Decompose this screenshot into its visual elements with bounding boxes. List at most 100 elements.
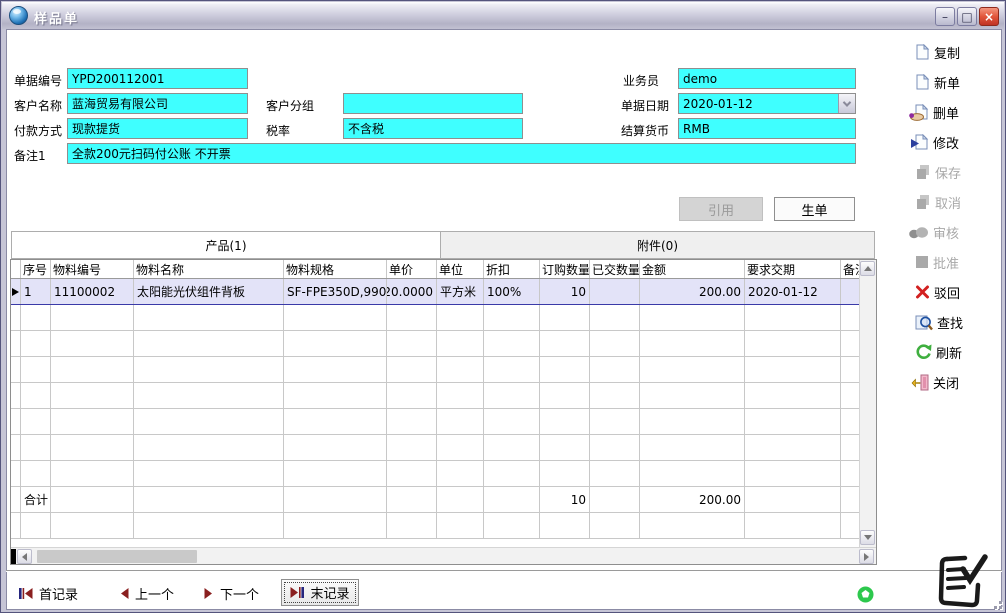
- grid-cell[interactable]: [21, 435, 51, 460]
- status-badge-icon[interactable]: [857, 586, 874, 603]
- grid-cell[interactable]: [841, 331, 859, 356]
- grid-cell[interactable]: [745, 331, 841, 356]
- grid-cell[interactable]: [134, 409, 284, 434]
- grid-cell[interactable]: [640, 357, 745, 382]
- grid-cell[interactable]: [437, 331, 484, 356]
- grid-cell[interactable]: [284, 383, 387, 408]
- grid-cell[interactable]: SF-FPE350D,990: [284, 279, 387, 304]
- row-selector-cell[interactable]: [11, 279, 21, 304]
- grid-cell[interactable]: [590, 513, 640, 538]
- grid-cell[interactable]: [11, 461, 21, 486]
- grid-cell[interactable]: [11, 409, 21, 434]
- grid-cell[interactable]: [134, 513, 284, 538]
- grid-cell[interactable]: [284, 357, 387, 382]
- grid-cell[interactable]: 200.00: [640, 279, 745, 304]
- grid-cell[interactable]: [51, 461, 134, 486]
- grid-cell[interactable]: [484, 383, 540, 408]
- grid-cell[interactable]: [484, 513, 540, 538]
- table-empty-row[interactable]: [11, 513, 859, 539]
- grid-cell[interactable]: [841, 513, 859, 538]
- grid-cell[interactable]: 11100002: [51, 279, 134, 304]
- payment-field[interactable]: 现款提货: [67, 118, 248, 139]
- grid-cell[interactable]: [284, 435, 387, 460]
- grid-cell[interactable]: [590, 357, 640, 382]
- grid-cell[interactable]: [387, 357, 437, 382]
- grid-cell[interactable]: [745, 409, 841, 434]
- grid-cell[interactable]: [484, 357, 540, 382]
- grid-cell[interactable]: [134, 357, 284, 382]
- grid-cell[interactable]: [540, 383, 590, 408]
- grid-cell[interactable]: [11, 435, 21, 460]
- header-cell[interactable]: 要求交期: [745, 260, 841, 278]
- toolbar-reject[interactable]: 驳回: [915, 279, 1001, 305]
- grid-cell[interactable]: [640, 409, 745, 434]
- header-cell[interactable]: 折扣: [484, 260, 540, 278]
- minimize-button[interactable]: –: [935, 7, 955, 26]
- grid-cell[interactable]: [51, 409, 134, 434]
- grid-cell[interactable]: [841, 305, 859, 330]
- grid-cell[interactable]: [484, 409, 540, 434]
- header-cell[interactable]: 单位: [437, 260, 484, 278]
- group-field[interactable]: [343, 93, 523, 114]
- resize-grip[interactable]: [990, 597, 1002, 609]
- grid-cell[interactable]: [51, 305, 134, 330]
- grid-cell[interactable]: [590, 305, 640, 330]
- tab-attachments[interactable]: 附件(0): [441, 231, 875, 259]
- header-cell[interactable]: 物料编号: [51, 260, 134, 278]
- grid-cell[interactable]: [437, 513, 484, 538]
- header-cell[interactable]: 备注: [841, 260, 859, 278]
- toolbar-new[interactable]: 新单: [915, 69, 1001, 95]
- maximize-button[interactable]: □: [957, 7, 977, 26]
- toolbar-copy[interactable]: 复制: [915, 39, 1001, 65]
- toolbar-modify[interactable]: 修改: [911, 129, 997, 155]
- grid-cell[interactable]: [134, 305, 284, 330]
- salesman-field[interactable]: demo: [678, 68, 856, 89]
- grid-cell[interactable]: [540, 409, 590, 434]
- scroll-up-button[interactable]: [860, 261, 875, 276]
- grid-cell[interactable]: [745, 357, 841, 382]
- grid-cell[interactable]: [437, 461, 484, 486]
- grid-cell[interactable]: [134, 383, 284, 408]
- grid-cell[interactable]: [590, 279, 640, 304]
- grid-cell[interactable]: [841, 279, 859, 304]
- table-empty-row[interactable]: [11, 409, 859, 435]
- grid-cell[interactable]: [437, 305, 484, 330]
- grid-cell[interactable]: [484, 435, 540, 460]
- grid-cell[interactable]: [284, 461, 387, 486]
- grid-cell[interactable]: [387, 331, 437, 356]
- grid-cell[interactable]: [11, 331, 21, 356]
- scroll-right-button[interactable]: [859, 549, 874, 564]
- grid-cell[interactable]: [51, 513, 134, 538]
- grid-cell[interactable]: [21, 357, 51, 382]
- vertical-scrollbar[interactable]: [859, 260, 876, 547]
- grid-cell[interactable]: [387, 435, 437, 460]
- grid-cell[interactable]: [387, 383, 437, 408]
- grid-cell[interactable]: [21, 513, 51, 538]
- table-empty-row[interactable]: [11, 305, 859, 331]
- header-cell[interactable]: 金额: [640, 260, 745, 278]
- grid-cell[interactable]: [484, 461, 540, 486]
- grid-cell[interactable]: [540, 461, 590, 486]
- grid-cell[interactable]: [134, 461, 284, 486]
- grid-cell[interactable]: [745, 435, 841, 460]
- grid-cell[interactable]: [841, 383, 859, 408]
- grid-cell[interactable]: [540, 357, 590, 382]
- grid-cell[interactable]: [134, 331, 284, 356]
- grid-cell[interactable]: [484, 305, 540, 330]
- grid-cell[interactable]: 10: [540, 279, 590, 304]
- note1-field[interactable]: 全款200元扫码付公账 不开票: [67, 143, 856, 164]
- header-cell[interactable]: 单价: [387, 260, 437, 278]
- grid-cell[interactable]: [640, 435, 745, 460]
- grid-cell[interactable]: [590, 331, 640, 356]
- table-empty-row[interactable]: [11, 461, 859, 487]
- grid-cell[interactable]: [387, 305, 437, 330]
- tax-field[interactable]: 不含税: [343, 118, 523, 139]
- grid-cell[interactable]: [284, 409, 387, 434]
- grid-cell[interactable]: [134, 435, 284, 460]
- grid-cell[interactable]: [745, 383, 841, 408]
- nav-next[interactable]: 下一个: [204, 582, 259, 604]
- grid-cell[interactable]: 太阳能光伏组件背板: [134, 279, 284, 304]
- grid-cell[interactable]: 平方米: [437, 279, 484, 304]
- grid-cell[interactable]: [841, 409, 859, 434]
- grid-cell[interactable]: [640, 461, 745, 486]
